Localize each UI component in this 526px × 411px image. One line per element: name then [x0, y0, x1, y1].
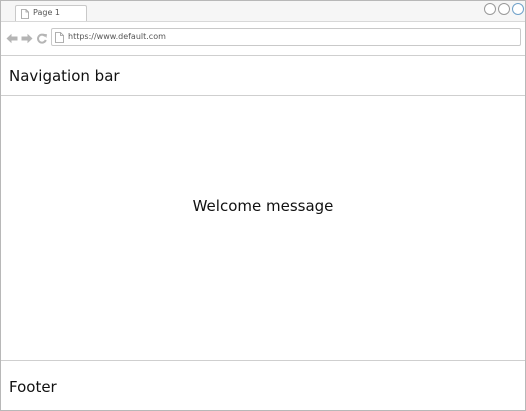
reload-icon[interactable] [36, 33, 48, 44]
address-bar[interactable]: https://www.default.com [51, 28, 521, 46]
welcome-message: Welcome message [192, 197, 334, 215]
footer-label: Footer [9, 378, 57, 396]
minimize-control[interactable] [484, 3, 496, 15]
close-control[interactable] [512, 3, 524, 15]
footer: Footer [1, 360, 525, 411]
document-icon [55, 32, 64, 43]
tab-title: Page 1 [33, 8, 60, 17]
browser-tab[interactable]: Page 1 [15, 5, 87, 21]
navigation-bar-label: Navigation bar [9, 67, 120, 85]
url-text: https://www.default.com [68, 32, 166, 41]
tab-strip: Page 1 [1, 1, 525, 22]
main-content: Welcome message [1, 96, 525, 360]
window-controls [484, 3, 524, 15]
forward-arrow-icon[interactable] [21, 33, 33, 44]
navigation-bar: Navigation bar [1, 56, 525, 96]
maximize-control[interactable] [498, 3, 510, 15]
document-icon [21, 9, 29, 19]
browser-window: Page 1 https://www.default.com Navigatio… [0, 0, 526, 411]
back-arrow-icon[interactable] [6, 33, 18, 44]
browser-toolbar: https://www.default.com [1, 22, 525, 56]
